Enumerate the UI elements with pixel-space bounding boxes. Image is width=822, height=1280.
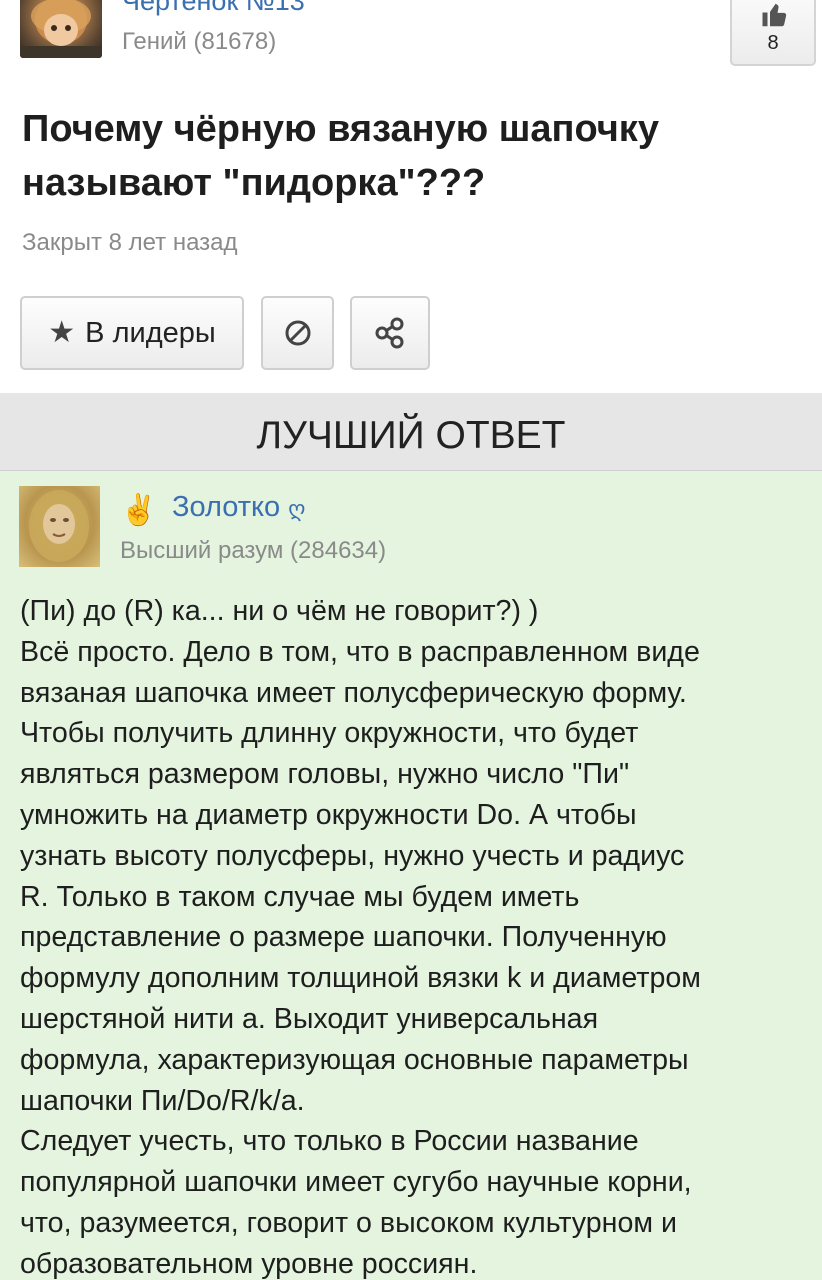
share-button[interactable] [350, 296, 430, 370]
answer-text-line: представление о размере шапочки. Получен… [20, 921, 667, 954]
answer-text-line: вязаная шапочка имеет полусферическую фо… [20, 676, 687, 709]
share-icon [375, 317, 404, 349]
answer-text-line: узнать высоту полусферы, нужно учесть и … [20, 839, 685, 872]
answer-text-line: (Пи) до (R) ка... ни о чём не говорит?) … [20, 595, 539, 627]
report-button[interactable] [261, 296, 334, 370]
answer-text-line: Чтобы получить длинну окружности, что бу… [20, 717, 639, 750]
best-answer-header: ЛУЧШИЙ ОТВЕТ [0, 393, 822, 471]
answer-text-line: Всё просто. Дело в том, что в расправлен… [20, 635, 700, 668]
answer-text-line: образовательном уровне россиян. [20, 1247, 478, 1280]
answer-text: (Пи) до (R) ка... ни о чём не говорит?) … [20, 591, 810, 1280]
answer-author-name[interactable]: Золотко ღ [172, 491, 305, 524]
answer-text-line: формулу дополним толщиной вязки k и диам… [20, 962, 701, 995]
question-title: Почему чёрную вязаную шапочку называют "… [22, 108, 659, 204]
heart-symbol-icon: ღ [288, 496, 306, 521]
avatar-image [29, 490, 89, 562]
answer-author-name-text: Золотко [172, 491, 281, 523]
answer-author-rank: Высший разум (284634) [120, 537, 387, 564]
answer-text-line: шапочки Пи/Do/R/k/a. [20, 1084, 305, 1117]
question-author-rank: Гений (81678) [122, 28, 277, 55]
answer-text-line: являться размером головы, нужно число "П… [20, 758, 630, 791]
answer-text-line: R. Только в таком случае мы будем иметь [20, 880, 580, 913]
add-to-leaders-label: В лидеры [85, 316, 216, 349]
best-answer: ✌️ Золотко ღ Высший разум (284634) (Пи) д… [0, 471, 822, 1280]
like-button[interactable]: 8 [730, 0, 816, 66]
answer-text-line: что, разумеется, говорит о высоком культ… [20, 1206, 677, 1239]
answer-author-avatar[interactable] [19, 486, 100, 567]
block-icon [285, 320, 310, 346]
answer-text-line: популярной шапочки имеет сугубо научные … [20, 1166, 692, 1199]
thumbs-up-icon [762, 3, 787, 27]
answer-text-line: формула, характеризующая основные параме… [20, 1043, 689, 1076]
like-count: 8 [767, 32, 779, 54]
answer-text-line: шерстяной нити a. Выходит универсальная [20, 1002, 599, 1035]
victory-hand-icon: ✌️ [120, 494, 158, 527]
avatar-image [20, 0, 102, 58]
page: Чертенок №13 Гений (81678) 8 Почему чёрн… [0, 0, 822, 1280]
answer-text-line: умножить на диаметр окружности Do. А что… [20, 798, 637, 831]
answer-text-line: Следует учесть, что только в России назв… [20, 1125, 639, 1158]
question-author-name[interactable]: Чертенок №13 [122, 0, 305, 17]
question-author-avatar[interactable] [20, 0, 102, 58]
question-status: Закрыт 8 лет назад [22, 229, 238, 256]
add-to-leaders-button[interactable]: ★ В лидеры [20, 296, 244, 370]
star-icon: ★ [48, 316, 76, 349]
